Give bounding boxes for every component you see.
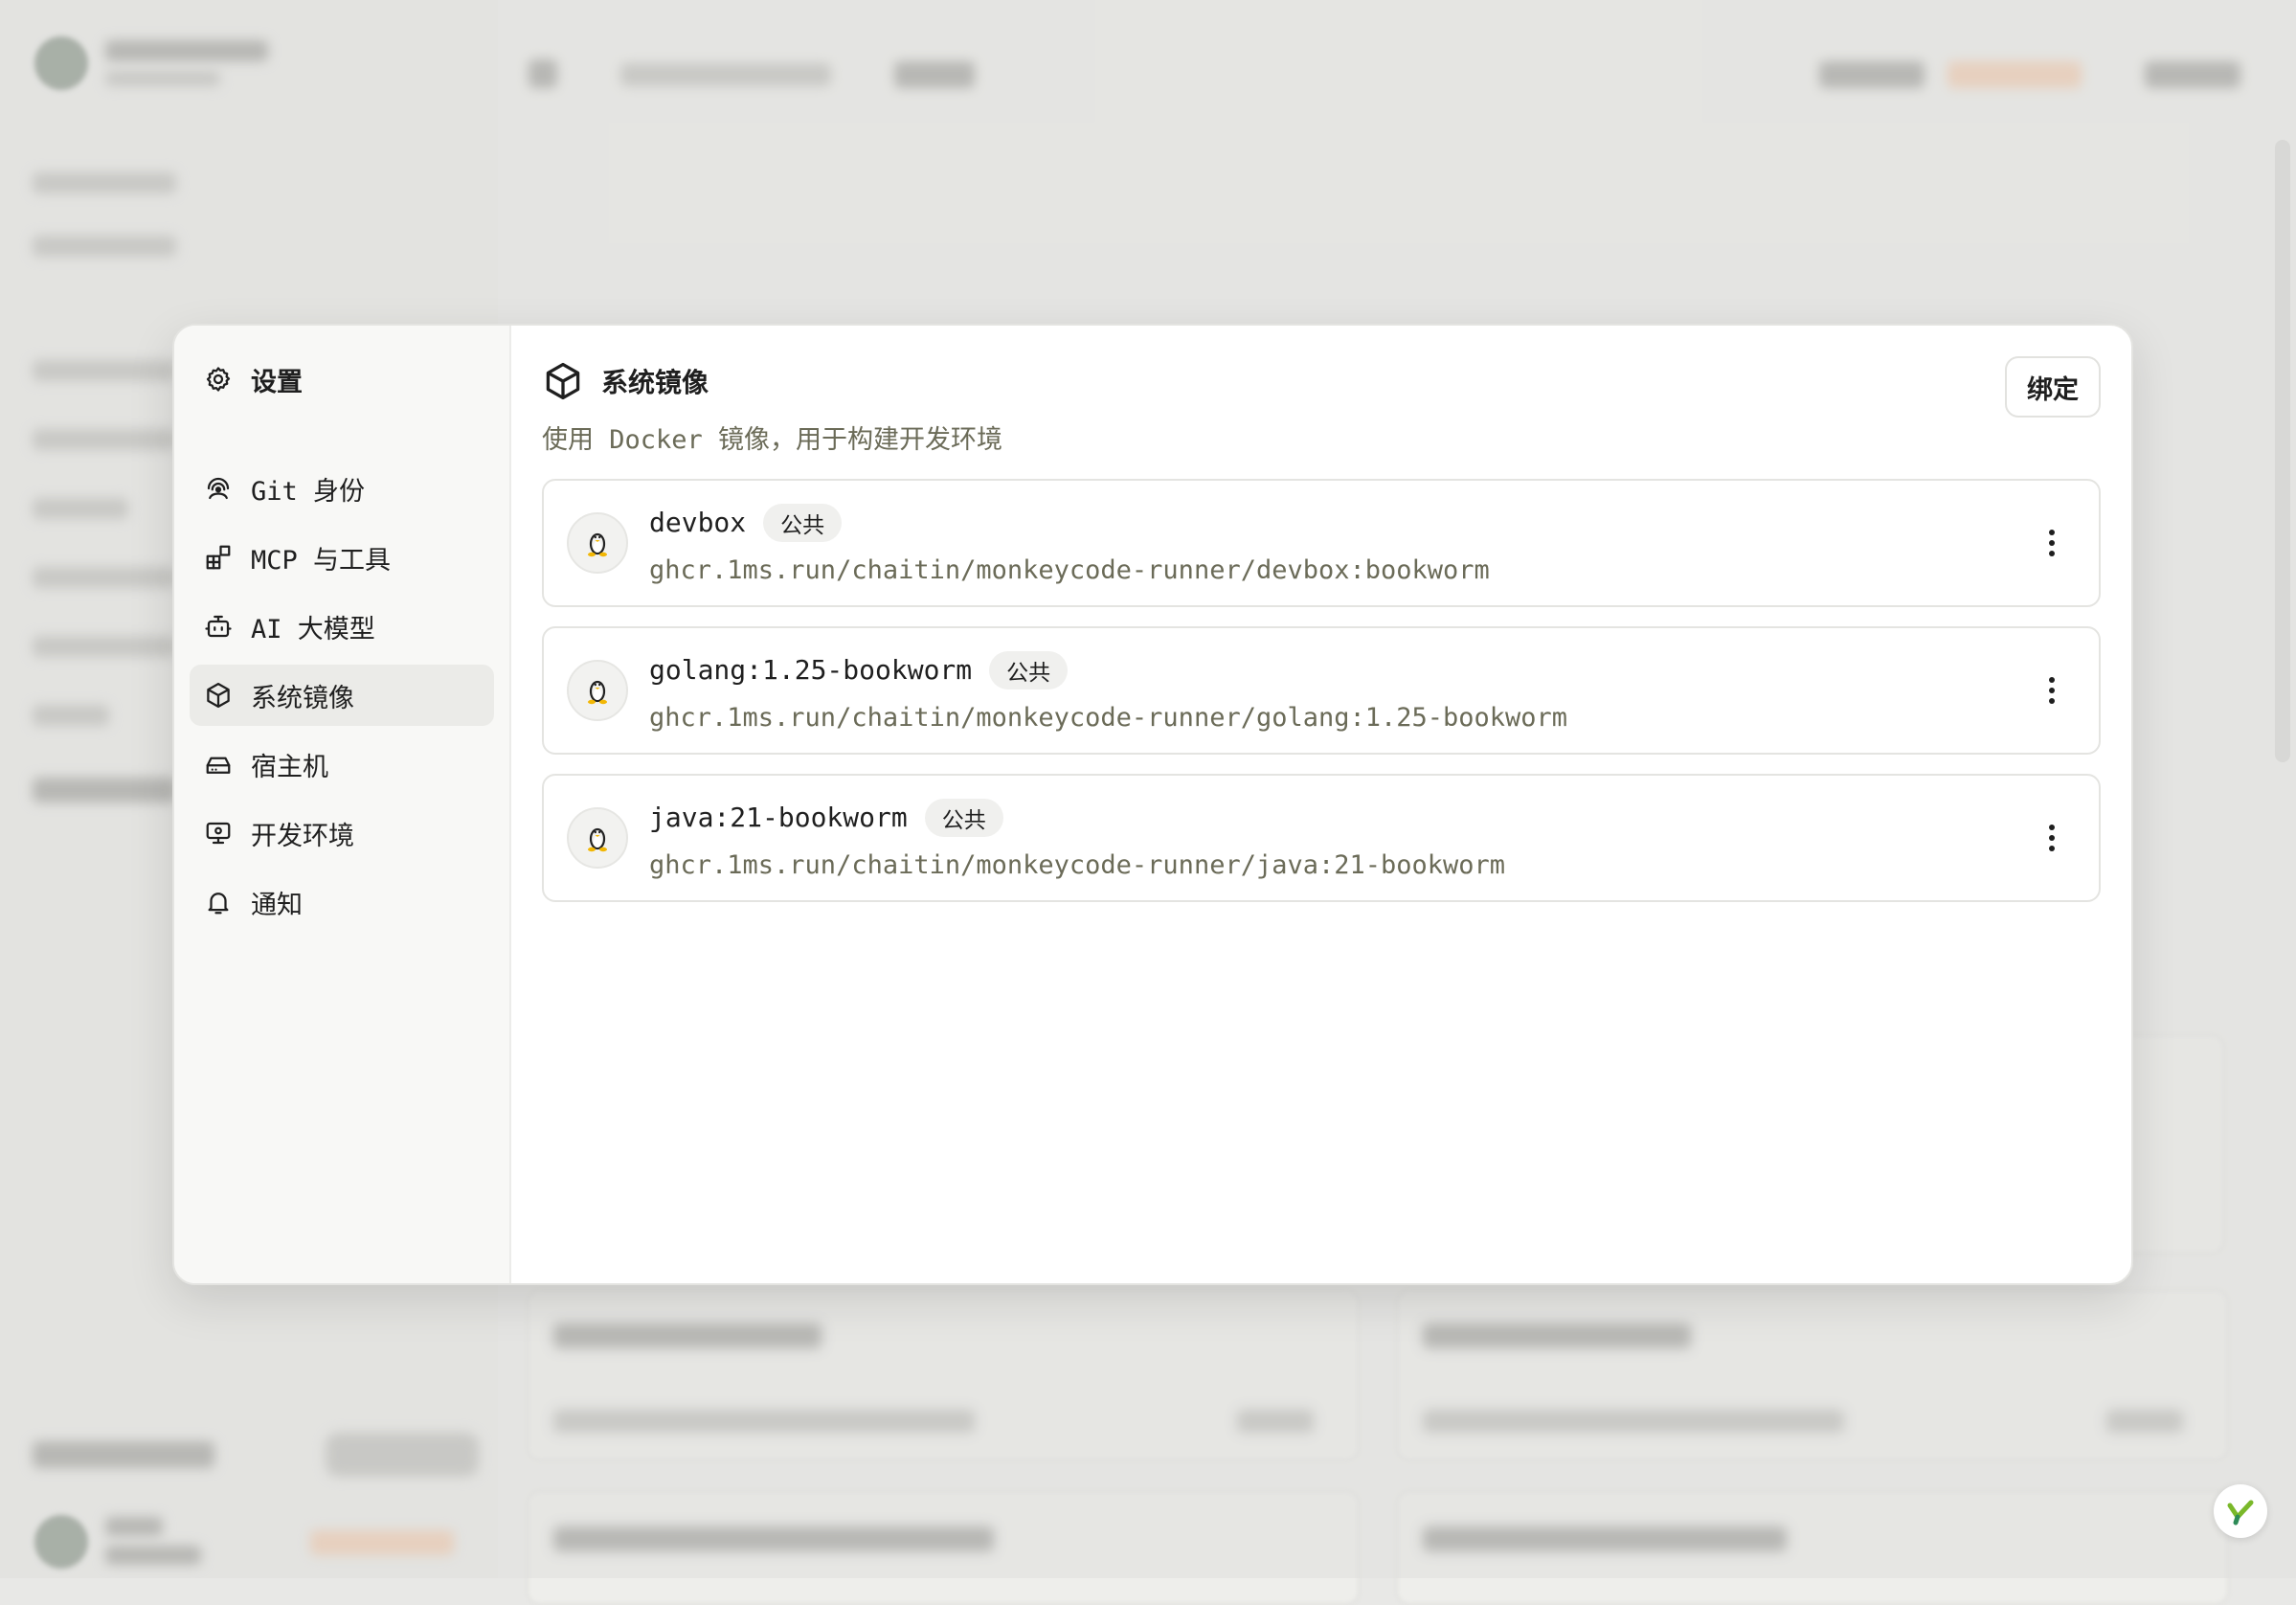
bind-button[interactable]: 绑定 [2005, 356, 2101, 418]
nav-item-label: Git 身份 [251, 476, 366, 507]
image-card[interactable]: java:21-bookworm 公共 ghcr.1ms.run/chaitin… [542, 774, 2101, 902]
image-name: golang:1.25-bookworm [649, 654, 973, 686]
settings-title-label: 设置 [251, 367, 303, 397]
tools-icon [203, 542, 234, 573]
monitor-icon [203, 818, 234, 848]
linux-penguin-icon [567, 660, 628, 721]
git-identity-icon [203, 473, 234, 504]
box-icon [203, 680, 234, 711]
settings-modal: 设置 Git 身份 MCP 与工具 AI 大模型 系统镜像 宿主机 开发环境 通… [172, 324, 2133, 1285]
nav-item-git-identity[interactable]: Git 身份 [190, 458, 494, 519]
linux-penguin-icon [567, 512, 628, 574]
nav-item-label: MCP 与工具 [251, 545, 392, 576]
help-widget-button[interactable] [2214, 1484, 2267, 1538]
more-vertical-icon [2049, 825, 2055, 830]
nav-item-ai-models[interactable]: AI 大模型 [190, 596, 494, 657]
more-options-button[interactable] [2037, 669, 2066, 712]
nav-item-mcp-tools[interactable]: MCP 与工具 [190, 527, 494, 588]
linux-penguin-icon [567, 807, 628, 869]
brand-check-icon [2227, 1500, 2254, 1526]
nav-item-dev-env[interactable]: 开发环境 [190, 802, 494, 864]
image-path: ghcr.1ms.run/chaitin/monkeycode-runner/g… [649, 702, 1568, 733]
image-card[interactable]: golang:1.25-bookworm 公共 ghcr.1ms.run/cha… [542, 626, 2101, 755]
image-list: devbox 公共 ghcr.1ms.run/chaitin/monkeycod… [542, 479, 2101, 902]
nav-item-label: 通知 [251, 890, 303, 920]
image-path: ghcr.1ms.run/chaitin/monkeycode-runner/j… [649, 849, 1506, 880]
nav-item-label: 系统镜像 [251, 683, 354, 713]
public-badge: 公共 [989, 650, 1069, 689]
section-title: 系统镜像 [601, 367, 709, 398]
settings-nav: 设置 Git 身份 MCP 与工具 AI 大模型 系统镜像 宿主机 开发环境 通… [174, 326, 511, 1283]
section-subtitle: 使用 Docker 镜像，用于构建开发环境 [542, 425, 1003, 455]
section-header: 系统镜像 [542, 354, 2101, 408]
more-vertical-icon [2049, 530, 2055, 535]
public-badge: 公共 [924, 798, 1003, 837]
more-vertical-icon [2049, 677, 2055, 683]
nav-item-system-images[interactable]: 系统镜像 [190, 665, 494, 726]
more-options-button[interactable] [2037, 817, 2066, 859]
public-badge: 公共 [763, 503, 843, 542]
image-card[interactable]: devbox 公共 ghcr.1ms.run/chaitin/monkeycod… [542, 479, 2101, 607]
robot-icon [203, 611, 234, 642]
system-images-panel: 系统镜像 使用 Docker 镜像，用于构建开发环境 绑定 devbox 公共 … [511, 326, 2131, 1283]
hard-drive-icon [203, 749, 234, 780]
image-name: java:21-bookworm [649, 802, 908, 833]
bell-icon [203, 887, 234, 917]
nav-item-label: AI 大模型 [251, 614, 375, 644]
image-name: devbox [649, 507, 747, 538]
settings-title: 设置 [190, 354, 494, 404]
box-icon [546, 362, 580, 400]
more-options-button[interactable] [2037, 522, 2066, 564]
nav-item-notifications[interactable]: 通知 [190, 871, 494, 933]
nav-item-label: 开发环境 [251, 821, 354, 851]
gear-icon [203, 364, 234, 395]
nav-item-label: 宿主机 [251, 752, 328, 782]
nav-item-hosts[interactable]: 宿主机 [190, 734, 494, 795]
image-path: ghcr.1ms.run/chaitin/monkeycode-runner/d… [649, 554, 1490, 585]
